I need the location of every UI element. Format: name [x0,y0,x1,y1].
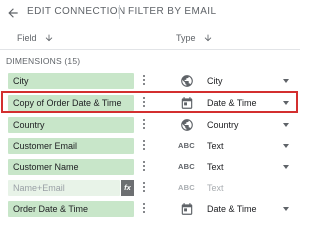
text-type-icon: ABC [178,162,195,171]
more-options-icon[interactable] [142,161,146,173]
type-dropdown-arrow-icon[interactable] [283,79,289,83]
dimensions-section-label: DIMENSIONS (15) [6,56,81,66]
type-label: City [207,76,223,86]
field-row-customer-email: Customer Email ABC Text [0,138,300,154]
type-dropdown-arrow-icon[interactable] [283,165,289,169]
field-chip[interactable]: Country [8,117,134,133]
calendar-icon [181,203,193,215]
field-row-order-date-time: Order Date & Time Date & Time [0,201,300,217]
type-column-header[interactable]: Type [176,33,212,43]
more-options-icon[interactable] [142,75,146,87]
sort-down-arrow-icon[interactable] [44,33,54,43]
globe-icon [181,119,193,131]
header-divider [119,5,120,19]
type-dropdown-arrow-icon[interactable] [283,123,289,127]
type-label: Text [207,183,224,193]
field-column-header[interactable]: Field [17,33,53,43]
more-options-icon[interactable] [142,119,146,131]
type-column-label: Type [176,33,196,43]
field-row-customer-name: Customer Name ABC Text [0,159,300,175]
type-label: Text [207,141,224,151]
field-chip[interactable]: Order Date & Time [8,201,134,217]
formula-fx-button[interactable]: fx [121,180,134,196]
type-label: Date & Time [207,204,257,214]
more-options-icon[interactable] [142,140,146,152]
back-arrow-icon[interactable] [6,6,20,20]
top-bar: EDIT CONNECTION FILTER BY EMAIL [0,0,300,26]
field-row-name-email: Name+Email fx ABC Text [0,180,300,196]
type-label: Text [207,162,224,172]
text-type-icon: ABC [178,141,195,150]
highlight-box [1,91,298,113]
text-type-icon: ABC [178,183,195,192]
page-title: EDIT CONNECTION [27,6,126,17]
field-row-country: Country Country [0,117,300,133]
header-divider-line [0,49,300,50]
sort-down-arrow-icon[interactable] [203,33,213,43]
more-options-icon[interactable] [142,182,146,194]
filter-by-email-button[interactable]: FILTER BY EMAIL [128,6,216,17]
field-chip[interactable]: City [8,73,134,89]
field-column-label: Field [17,33,37,43]
type-dropdown-arrow-icon[interactable] [283,207,289,211]
field-chip[interactable]: Customer Email [8,138,134,154]
globe-icon [181,75,193,87]
more-options-icon[interactable] [142,203,146,215]
type-dropdown-arrow-icon[interactable] [283,144,289,148]
field-row-city: City City [0,73,300,89]
type-label: Country [207,120,239,130]
calculated-field-chip[interactable]: Name+Email [8,180,120,196]
field-chip[interactable]: Customer Name [8,159,134,175]
